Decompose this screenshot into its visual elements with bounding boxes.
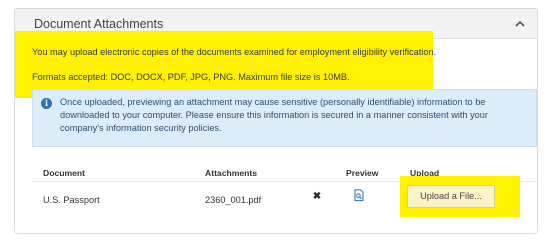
document-name: U.S. Passport	[43, 195, 100, 205]
info-alert-text: Once uploaded, previewing an attachment …	[60, 97, 488, 133]
notice-highlight	[15, 31, 433, 98]
document-attachments-panel: Document Attachments You may upload elec…	[14, 8, 538, 234]
attachment-filename[interactable]: 2360_001.pdf	[205, 195, 261, 205]
panel-title: Document Attachments	[34, 17, 164, 31]
column-header-attachments: Attachments	[205, 168, 258, 178]
file-preview-icon[interactable]	[353, 189, 365, 202]
upload-file-button[interactable]: Upload a File...	[407, 185, 495, 208]
info-alert: i Once uploaded, previewing an attachmen…	[32, 89, 537, 147]
info-icon: i	[41, 98, 52, 109]
notice-text-formats: Formats accepted: DOC, DOCX, PDF, JPG, P…	[32, 72, 350, 82]
notice-text-upload: You may upload electronic copies of the …	[32, 47, 437, 57]
close-icon[interactable]: ✖	[312, 192, 322, 202]
column-header-preview: Preview	[346, 168, 379, 178]
chevron-up-icon[interactable]	[513, 17, 527, 31]
column-header-document: Document	[43, 168, 86, 178]
